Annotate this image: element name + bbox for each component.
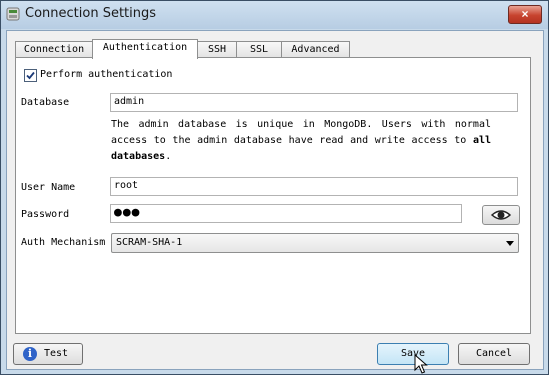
- tab-ssh[interactable]: SSH: [197, 41, 237, 58]
- eye-icon: [490, 210, 512, 220]
- close-button[interactable]: ×: [508, 5, 542, 24]
- mouse-cursor-icon: [414, 354, 428, 374]
- password-input[interactable]: ●●●: [110, 204, 462, 223]
- admin-database-info: The admin database is unique in MongoDB.…: [111, 117, 491, 165]
- info-text-2: .: [165, 151, 172, 162]
- checkbox-check-icon: [26, 71, 35, 80]
- app-icon: [6, 7, 20, 21]
- close-icon: ×: [521, 7, 529, 21]
- info-text-1: The admin database is unique in MongoDB.…: [111, 119, 491, 146]
- authentication-panel: Perform authentication Database admin Th…: [15, 57, 531, 334]
- connection-settings-window: Connection Settings × Connection Authent…: [0, 0, 549, 375]
- username-value: root: [114, 180, 139, 191]
- test-button-label: Test: [44, 348, 69, 359]
- password-label: Password: [21, 209, 70, 220]
- database-label: Database: [21, 97, 70, 108]
- database-input[interactable]: admin: [110, 93, 518, 112]
- tab-ssl[interactable]: SSL: [236, 41, 282, 58]
- title-bar[interactable]: Connection Settings ×: [1, 1, 548, 29]
- test-button[interactable]: i Test: [13, 343, 83, 365]
- save-button[interactable]: Save: [377, 343, 449, 365]
- auth-mechanism-label: Auth Mechanism: [21, 237, 106, 248]
- tab-connection[interactable]: Connection: [15, 41, 93, 58]
- info-icon: i: [23, 347, 37, 361]
- dropdown-arrow-icon: [506, 241, 514, 246]
- username-label: User Name: [21, 182, 76, 193]
- window-title: Connection Settings: [25, 6, 157, 21]
- tab-advanced[interactable]: Advanced: [281, 41, 350, 58]
- show-password-button[interactable]: [482, 205, 520, 225]
- password-value: ●●●: [114, 205, 141, 220]
- auth-mechanism-value: SCRAM-SHA-1: [116, 237, 183, 248]
- perform-authentication-label: Perform authentication: [40, 69, 173, 80]
- auth-mechanism-select[interactable]: SCRAM-SHA-1: [111, 233, 519, 253]
- database-value: admin: [114, 96, 145, 107]
- dialog-body: Connection Authentication SSH SSL Advanc…: [6, 30, 544, 370]
- cancel-button[interactable]: Cancel: [458, 343, 530, 365]
- perform-authentication-checkbox[interactable]: [24, 69, 37, 82]
- tab-authentication[interactable]: Authentication: [92, 39, 198, 59]
- username-input[interactable]: root: [110, 177, 518, 196]
